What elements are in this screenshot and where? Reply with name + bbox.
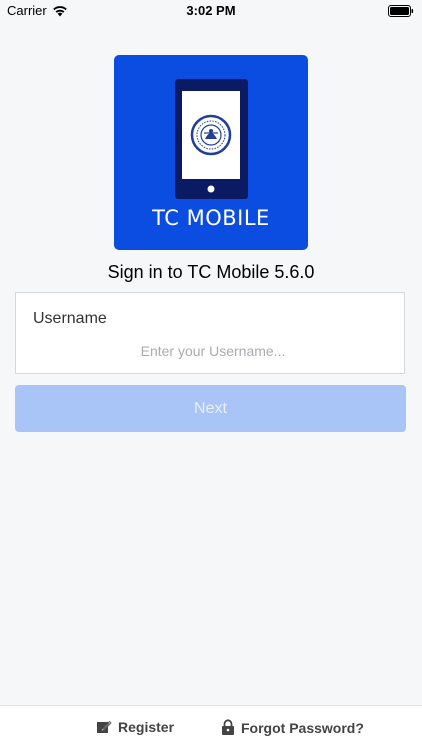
register-label: Register [118,719,175,735]
username-label: Username [33,310,107,327]
status-time: 3:02 PM [186,3,236,18]
edit-icon [97,720,112,733]
username-card: Username [15,292,405,374]
next-button[interactable]: Next [15,385,406,432]
login-screen: Carrier 3:02 PM TC MOBILE Sign in to TC … [0,0,422,750]
bottom-bar: Register Forgot Password? [0,705,422,750]
forgot-password-link[interactable]: Forgot Password? [221,719,364,736]
signin-title: Sign in to TC Mobile 5.6.0 [107,262,315,282]
username-input[interactable] [76,339,350,363]
lock-icon [222,719,234,735]
register-link[interactable]: Register [96,719,174,735]
seal-icon [190,114,232,156]
battery-icon [388,5,414,17]
status-bar: Carrier 3:02 PM [0,0,422,22]
app-logo: TC MOBILE [114,55,308,250]
forgot-password-label: Forgot Password? [241,719,364,736]
logo-text: TC MOBILE [152,206,270,230]
